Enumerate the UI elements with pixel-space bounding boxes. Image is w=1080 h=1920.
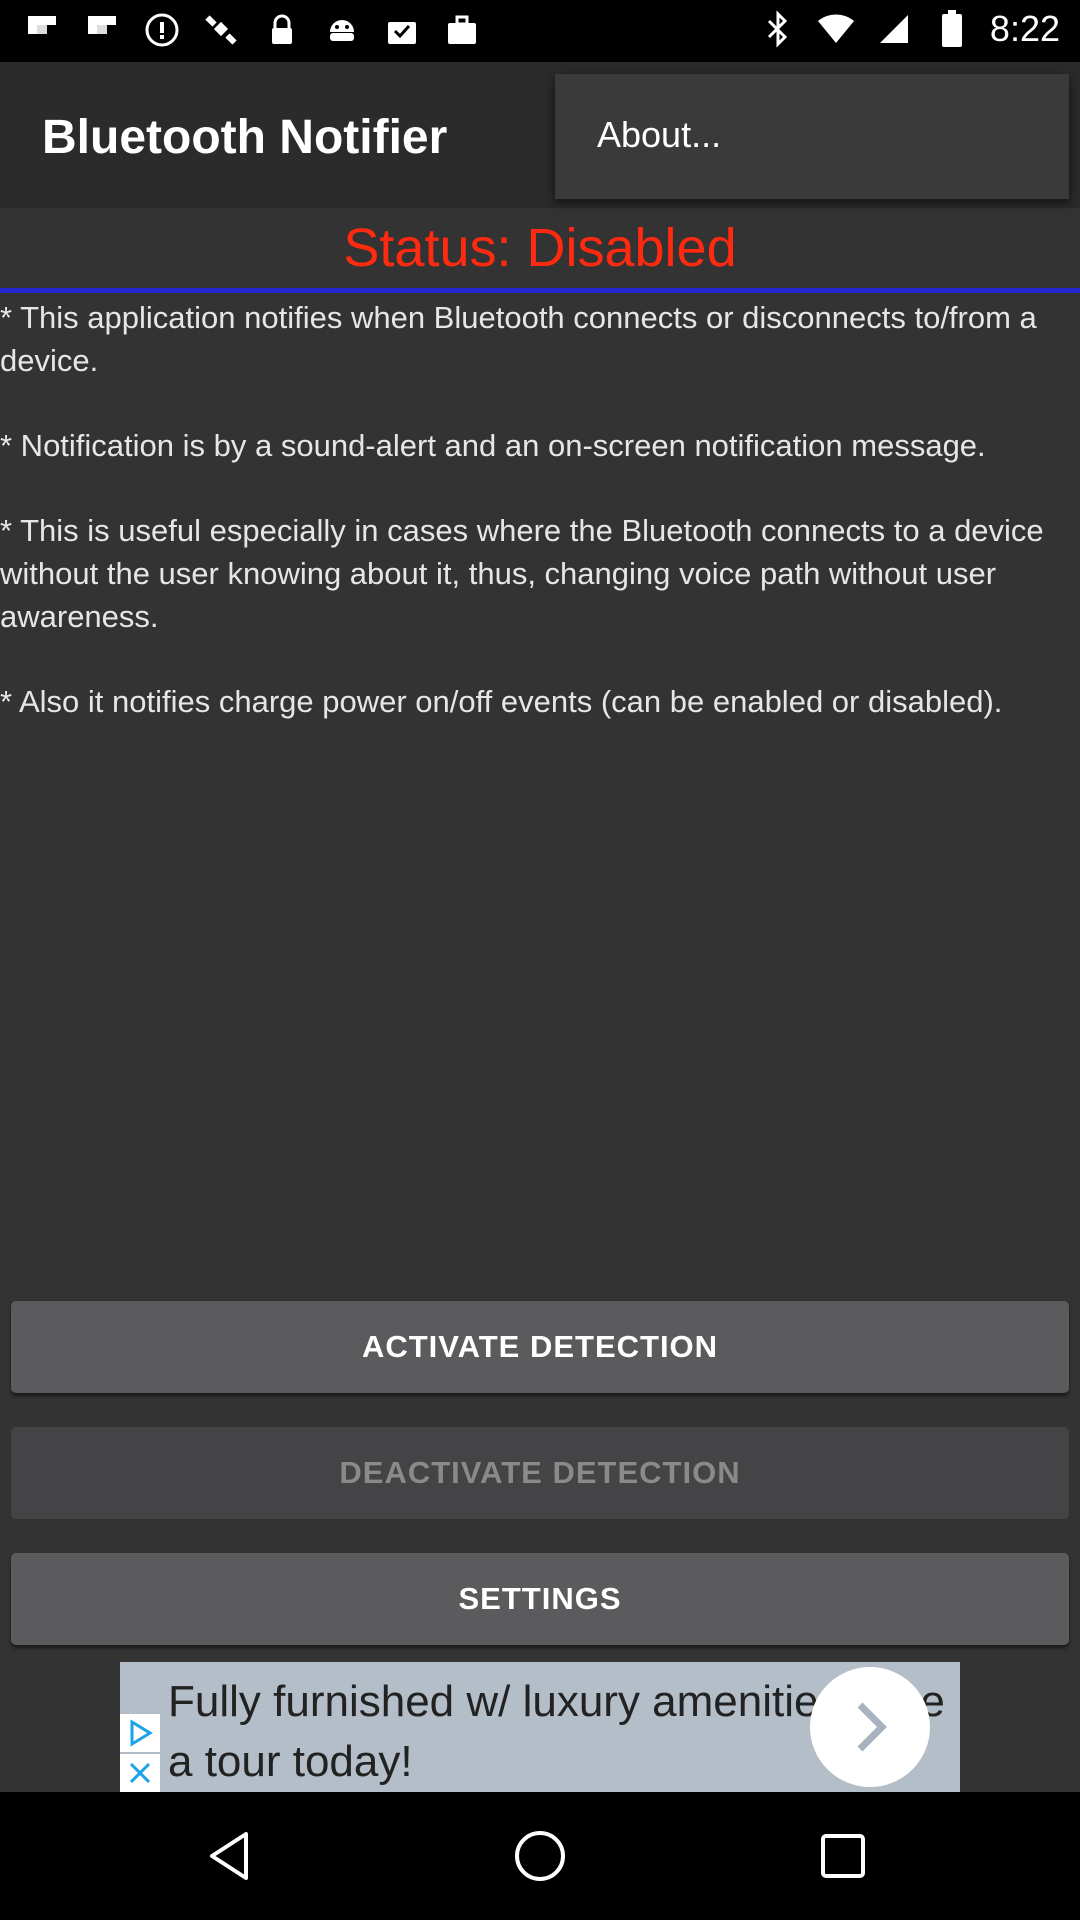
activate-detection-button[interactable]: ACTIVATE DETECTION bbox=[11, 1301, 1069, 1393]
back-icon[interactable] bbox=[192, 1816, 272, 1896]
inbox-check-icon bbox=[382, 10, 422, 50]
app-screen: Bluetooth Notifier About... Status: Disa… bbox=[0, 62, 1080, 1792]
ad-banner[interactable]: Fully furnished w/ luxury amenities Take… bbox=[120, 1662, 960, 1792]
status-bar: 8:22 bbox=[0, 0, 1080, 62]
deactivate-detection-button[interactable]: DEACTIVATE DETECTION bbox=[11, 1427, 1069, 1519]
navigation-bar bbox=[0, 1792, 1080, 1920]
action-bar: Bluetooth Notifier About... bbox=[0, 62, 1080, 208]
settings-button[interactable]: SETTINGS bbox=[11, 1553, 1069, 1645]
notification-icons bbox=[22, 10, 482, 50]
status-label: Status: Disabled bbox=[343, 218, 737, 278]
home-icon[interactable] bbox=[500, 1816, 580, 1896]
description-paragraph: * Notification is by a sound-alert and a… bbox=[0, 428, 986, 463]
flipboard-icon bbox=[22, 10, 62, 50]
lock-icon bbox=[262, 10, 302, 50]
recents-icon[interactable] bbox=[803, 1816, 883, 1896]
app-title: Bluetooth Notifier bbox=[42, 111, 448, 164]
description-paragraph: * Also it notifies charge power on/off e… bbox=[0, 684, 1003, 719]
bluetooth-icon bbox=[758, 9, 798, 49]
info-circle-icon bbox=[142, 10, 182, 50]
signal-icon bbox=[874, 9, 914, 49]
overflow-menu-popup: About... bbox=[555, 74, 1069, 199]
menu-item-about[interactable]: About... bbox=[597, 114, 721, 156]
system-status: 8:22 bbox=[758, 8, 1060, 50]
chevron-right-icon[interactable] bbox=[810, 1667, 930, 1787]
ad-choices-icon[interactable] bbox=[120, 1714, 160, 1752]
description: * This application notifies when Bluetoo… bbox=[0, 296, 1080, 765]
description-paragraph: * This application notifies when Bluetoo… bbox=[0, 300, 1037, 378]
satellite-icon bbox=[202, 10, 242, 50]
description-paragraph: * This is useful especially in cases whe… bbox=[0, 513, 1044, 634]
flipboard-icon bbox=[82, 10, 122, 50]
briefcase-icon bbox=[442, 10, 482, 50]
wifi-icon bbox=[816, 9, 856, 49]
close-icon[interactable] bbox=[120, 1754, 160, 1792]
clock: 8:22 bbox=[989, 8, 1060, 49]
status-divider bbox=[0, 288, 1080, 293]
android-icon bbox=[322, 10, 362, 50]
battery-icon bbox=[932, 9, 972, 49]
